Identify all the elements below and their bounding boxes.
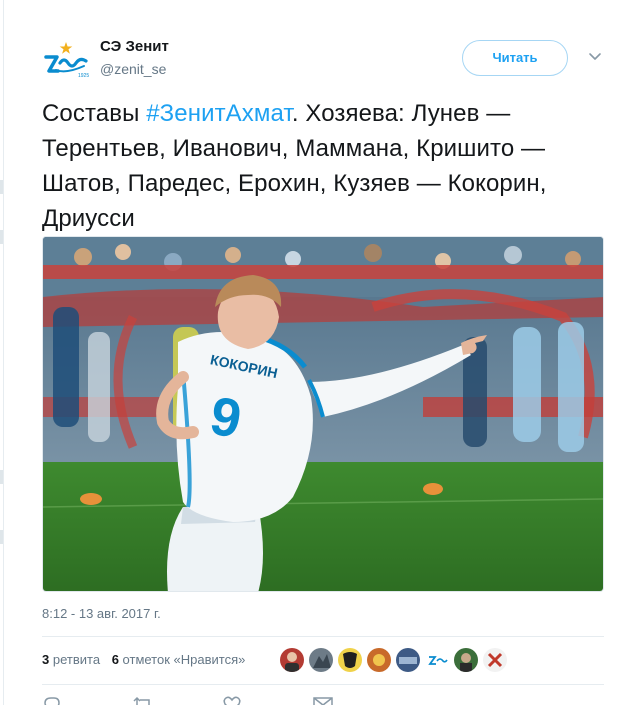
retweet-icon [133,696,150,705]
retweets-stat[interactable]: 3 ретвита [42,652,104,667]
tweet-text: Составы #ЗенитАхмат. Хозяева: Лунев — Те… [42,96,612,236]
tweet-text-start: Составы [42,100,147,127]
envelope-icon [313,697,333,705]
zenit-logo-icon: 1925 [44,42,89,79]
hashtag-link[interactable]: #ЗенитАхмат [146,100,292,127]
liker-avatar[interactable] [425,648,449,672]
likes-label: отметок «Нравится» [122,652,246,667]
retweet-button[interactable] [132,694,222,705]
liker-avatar[interactable] [338,648,362,672]
tweet-card: 1925 СЭ Зенит @zenit_se Читать Составы #… [3,0,639,705]
liker-avatar[interactable] [367,648,391,672]
divider [42,636,604,637]
likes-stat[interactable]: 6 отметок «Нравится» [112,652,250,667]
tweet-photo[interactable]: КОКОРИН 9 [42,236,604,592]
retweets-label: ретвита [52,652,101,667]
liker-avatar[interactable] [396,648,420,672]
retweets-count: 3 [42,652,50,667]
liker-avatar[interactable] [454,648,478,672]
follow-button[interactable]: Читать [462,40,568,76]
message-button[interactable] [312,694,402,705]
divider [42,684,604,685]
account-avatar[interactable]: 1925 [42,36,90,84]
reply-button[interactable] [42,694,132,705]
chevron-down-icon[interactable] [588,52,602,62]
tweet-actions [42,694,402,705]
liker-avatar[interactable] [309,648,333,672]
likers-avatars [280,648,512,672]
player-photo-image: КОКОРИН 9 [43,237,603,591]
liker-avatar[interactable] [280,648,304,672]
svg-text:1925: 1925 [78,73,89,79]
likes-count: 6 [111,652,119,667]
tweet-header: 1925 СЭ Зенит @zenit_se Читать [42,30,612,90]
liker-avatar[interactable] [483,648,507,672]
tweet-stats: 3 ретвита 6 отметок «Нравится» [42,652,253,667]
reply-icon [44,697,60,705]
like-button[interactable] [222,694,312,705]
display-name[interactable]: СЭ Зенит [100,38,169,55]
account-handle[interactable]: @zenit_se [100,61,166,77]
tweet-timestamp[interactable]: 8:12 - 13 авг. 2017 г. [42,606,161,621]
heart-icon [223,696,241,705]
